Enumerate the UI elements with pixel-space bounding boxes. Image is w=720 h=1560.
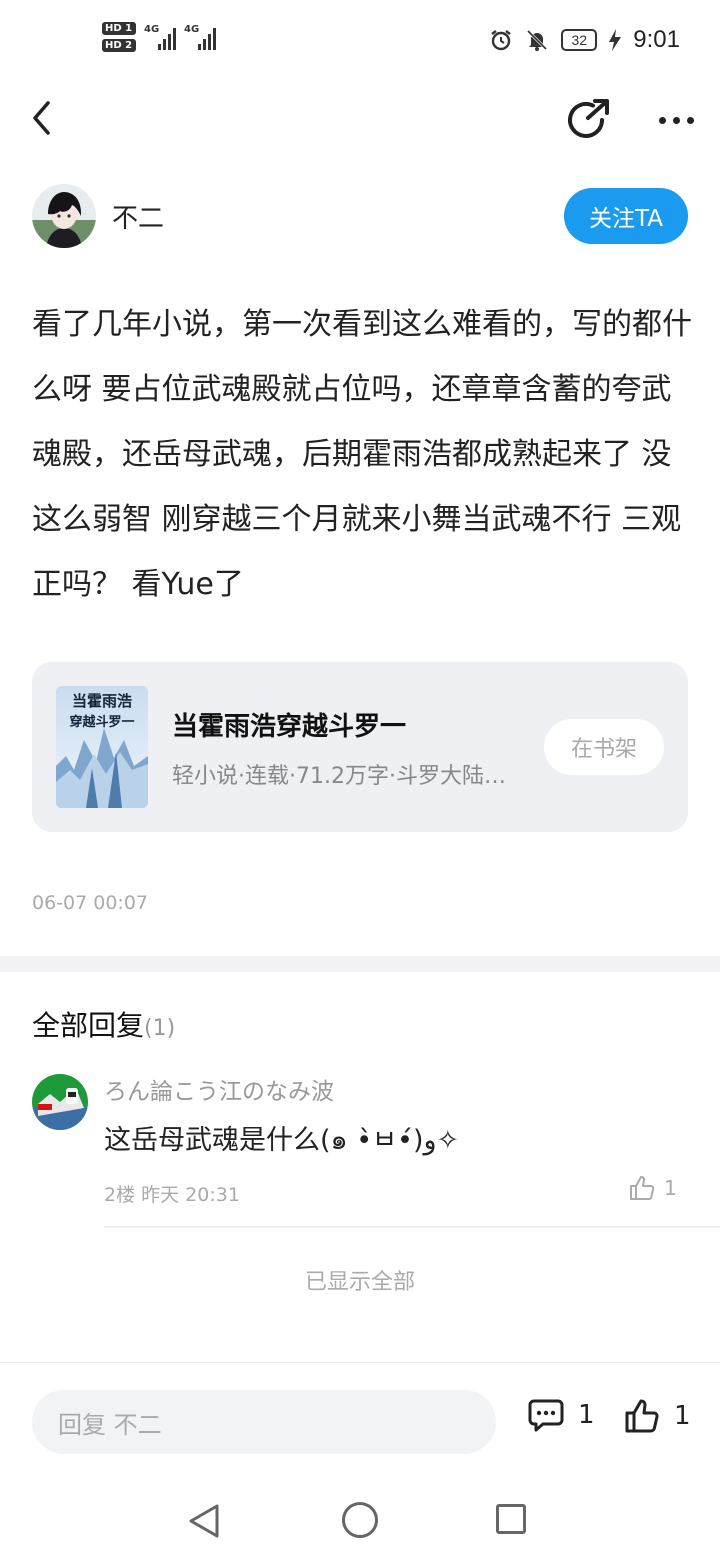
reply-divider <box>104 1226 720 1228</box>
reply-avatar[interactable] <box>32 1074 88 1130</box>
author-avatar[interactable] <box>32 184 96 248</box>
more-icon-dot <box>658 116 666 124</box>
book-meta: 轻小说·连载·71.2万字·斗罗大陆同人 <box>172 764 522 789</box>
author-row: 不二 关注TA <box>32 184 688 248</box>
follow-button[interactable]: 关注TA <box>564 188 688 244</box>
section-divider <box>0 956 720 972</box>
share-icon <box>568 99 609 138</box>
thumbs-up-icon <box>630 1176 655 1200</box>
like-button[interactable]: 1 <box>624 1398 691 1434</box>
comment-count: 1 <box>578 1400 595 1430</box>
shown-all-label: 已显示全部 <box>304 1270 415 1295</box>
book-cover: 当霍雨浩 穿越斗罗一 <box>56 686 148 808</box>
book-card[interactable]: 当霍雨浩 穿越斗罗一 当霍雨浩穿越斗罗一 轻小说·连载·71.2万字·斗罗大陆同… <box>32 662 688 832</box>
replies-count: (1) <box>144 1016 176 1041</box>
like-count: 1 <box>674 1401 691 1431</box>
post-date: 06-07 00:07 <box>32 892 149 914</box>
status-bar: HD 1 HD 2 4G 4G 32 9:01 <box>0 0 720 84</box>
comment-icon <box>528 1399 564 1432</box>
charging-icon <box>609 29 622 51</box>
replies-header: 全部回复(1) <box>32 1004 175 1044</box>
clock: 9:01 <box>633 26 680 53</box>
back-button[interactable] <box>20 90 64 146</box>
reply-author[interactable]: ろん論こう江のなみ波 <box>104 1072 334 1106</box>
comment-button[interactable]: 1 <box>528 1398 595 1432</box>
signal-icon: 4G <box>144 22 176 50</box>
post-body: 看了几年小说，第一次看到这么难看的，写的都什么呀 要占位武魂殿就占位吗，还章章含… <box>32 307 692 602</box>
more-icon-dot <box>672 116 680 124</box>
reply-like-button[interactable]: 1 <box>628 1174 677 1202</box>
more-icon-dot <box>686 116 694 124</box>
book-title: 当霍雨浩穿越斗罗一 <box>172 712 407 742</box>
bottom-divider <box>0 1362 720 1363</box>
reply-like-count: 1 <box>664 1176 677 1200</box>
reply-input[interactable]: 回复 不二 <box>32 1390 496 1454</box>
cover-title-line1: 当霍雨浩 <box>72 692 132 710</box>
sim2-badge: HD 2 <box>102 39 136 52</box>
chevron-left-icon <box>33 101 50 135</box>
author-name[interactable]: 不二 <box>112 198 164 235</box>
sim1-badge: HD 1 <box>102 22 136 35</box>
signal-icon-2: 4G <box>184 22 216 50</box>
mute-bell-icon <box>527 29 548 51</box>
cover-title-line2: 穿越斗罗一 <box>69 714 134 730</box>
more-button[interactable] <box>650 94 702 146</box>
status-left: HD 1 HD 2 4G 4G <box>102 22 216 52</box>
reply-text: 这岳母武魂是什么(๑ •̀ㅂ•́)و✧ <box>104 1125 460 1156</box>
status-right: 32 9:01 <box>489 26 680 54</box>
on-shelf-button[interactable]: 在书架 <box>544 719 664 775</box>
system-nav-bar <box>0 1490 720 1560</box>
nav-back-icon[interactable] <box>186 1502 222 1540</box>
replies-title: 全部回复 <box>32 1009 145 1042</box>
alarm-icon <box>491 30 512 51</box>
battery-indicator: 32 <box>561 29 598 51</box>
share-button[interactable] <box>562 94 614 146</box>
nav-recent-apps-icon[interactable] <box>496 1504 526 1534</box>
nav-home-icon[interactable] <box>342 1502 378 1538</box>
sim-indicators: HD 1 HD 2 <box>102 22 136 52</box>
top-nav <box>0 90 720 146</box>
thumbs-up-icon <box>625 1399 659 1433</box>
reply-meta: 2楼 昨天 20:31 <box>104 1184 240 1206</box>
